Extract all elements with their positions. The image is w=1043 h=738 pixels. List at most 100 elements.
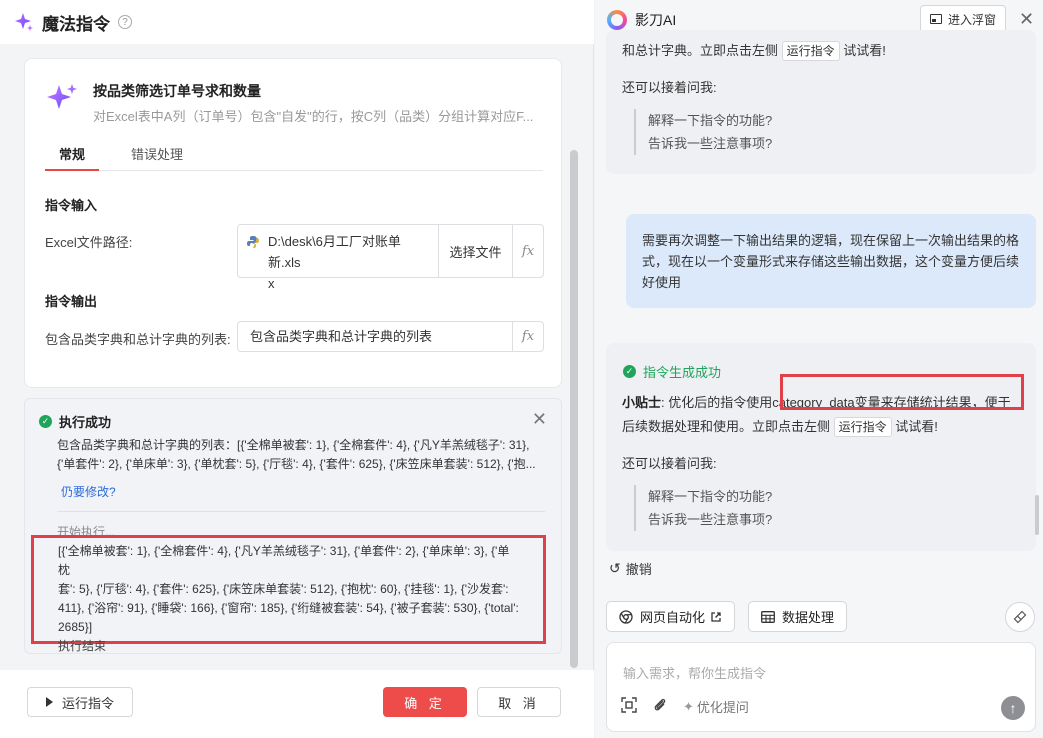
generation-status-label: 指令生成成功 bbox=[643, 365, 722, 380]
divider bbox=[57, 511, 545, 512]
success-check-icon: ✓ bbox=[39, 415, 52, 428]
output-variable-value: 包含品类字典和总计字典的列表 bbox=[250, 329, 433, 344]
ai-message: 和总计字典。立即点击左侧 运行指令 试试看! 还可以接着问我: 解释一下指令的功… bbox=[606, 30, 1036, 174]
input-section-title: 指令输入 bbox=[45, 198, 98, 213]
card-head: 按品类筛选订单号求和数量 对Excel表中A列（订单号）包含"自发"的行，按C列… bbox=[45, 79, 543, 125]
scrollbar[interactable] bbox=[1035, 495, 1039, 535]
play-icon bbox=[45, 697, 53, 707]
cancel-button[interactable]: 取 消 bbox=[477, 687, 561, 717]
log-line: 2685}] bbox=[58, 620, 93, 634]
tab-general[interactable]: 常规 bbox=[45, 145, 100, 171]
message-fragment: 试试看! bbox=[843, 43, 886, 58]
help-icon[interactable]: ? bbox=[118, 15, 132, 29]
scrollbar[interactable] bbox=[570, 150, 578, 668]
brush-icon bbox=[1013, 610, 1027, 624]
tab-error-handling[interactable]: 错误处理 bbox=[117, 145, 197, 171]
result-line: {'单套件': 2}, {'单床单': 3}, {'单枕套': 5}, {'厅毯… bbox=[57, 457, 536, 471]
run-button-label: 运行指令 bbox=[61, 695, 114, 711]
run-instruction-tag[interactable]: 运行指令 bbox=[833, 417, 892, 437]
instruction-panel: 魔法指令 ? 按品类筛选订单号求和数量 对Excel表中A列（订单号）包含"自发… bbox=[0, 0, 594, 738]
instruction-card: 按品类筛选订单号求和数量 对Excel表中A列（订单号）包含"自发"的行，按C列… bbox=[24, 58, 562, 388]
highlight-annotation bbox=[780, 374, 1024, 410]
instruction-title: 按品类筛选订单号求和数量 bbox=[93, 83, 261, 99]
follow-up-prompt: 还可以接着问我: bbox=[622, 456, 717, 471]
result-summary: 包含品类字典和总计字典的列表：[{'全棉单被套': 1}, {'全棉套件': 4… bbox=[57, 436, 547, 474]
undo-button[interactable]: ↺ 撤销 bbox=[609, 559, 652, 578]
chrome-icon bbox=[619, 609, 633, 624]
web-automation-label: 网页自动化 bbox=[640, 610, 706, 625]
window-icon bbox=[929, 14, 942, 24]
panel-header: 魔法指令 ? bbox=[0, 0, 594, 44]
undo-label: 撤销 bbox=[625, 562, 652, 577]
app-name: 影刀AI bbox=[635, 12, 677, 28]
follow-up-prompt: 还可以接着问我: bbox=[622, 80, 717, 95]
execution-result-panel: ✓ 执行成功 ✕ 包含品类字典和总计字典的列表：[{'全棉单被套': 1}, {… bbox=[24, 398, 562, 654]
ai-chat-panel: 影刀AI 进入浮窗 ✕ 和总计字典。立即点击左侧 运行指令 试试看! 还可以接着… bbox=[595, 0, 1043, 738]
result-header: ✓ 执行成功 bbox=[39, 412, 111, 431]
python-icon bbox=[247, 236, 259, 248]
log-line: 411}, {'浴帘': 91}, {'睡袋': 166}, {'窗帘': 18… bbox=[58, 601, 519, 615]
chat-input-area[interactable]: 输入需求，帮你生成指令 ✦ 优化提问 ↑ bbox=[606, 642, 1036, 732]
modify-link[interactable]: 仍要修改? bbox=[61, 483, 116, 500]
ai-message: ✓ 指令生成成功 小贴士: 优化后的指令使用category_data变量来存储… bbox=[606, 343, 1036, 551]
close-icon[interactable]: ✕ bbox=[1019, 9, 1034, 30]
message-text: 和总计字典。立即点击左侧 运行指令 试试看! bbox=[622, 40, 886, 61]
table-icon bbox=[761, 610, 775, 623]
result-line: 包含品类字典和总计字典的列表：[{'全棉单被套': 1}, {'全棉套件': 4… bbox=[57, 438, 530, 452]
excel-path-value-line2: x bbox=[268, 276, 275, 291]
user-message: 需要再次调整一下输出结果的逻辑，现在保留上一次输出结果的格式，现在以一个变量形式… bbox=[626, 214, 1036, 308]
instruction-sparkle-icon bbox=[47, 84, 77, 109]
panel-footer: 运行指令 确 定 取 消 bbox=[0, 670, 594, 738]
chat-input-placeholder[interactable]: 输入需求，帮你生成指令 bbox=[623, 663, 766, 682]
suggested-questions: 解释一下指令的功能? 告诉我一些注意事项? bbox=[634, 485, 772, 531]
float-window-button[interactable]: 进入浮窗 bbox=[920, 5, 1006, 33]
clear-brush-icon[interactable] bbox=[1005, 602, 1035, 632]
suggested-questions: 解释一下指令的功能? 告诉我一些注意事项? bbox=[634, 109, 772, 155]
suggested-question[interactable]: 告诉我一些注意事项? bbox=[648, 132, 772, 155]
fx-icon[interactable]: fx bbox=[512, 322, 543, 351]
tip-label: 小贴士 bbox=[622, 395, 662, 410]
instruction-description: 对Excel表中A列（订单号）包含"自发"的行，按C列（品类）分组计算对应F..… bbox=[93, 109, 534, 124]
screenshot-icon[interactable] bbox=[621, 697, 637, 716]
log-line: [{'全棉单被套': 1}, {'全棉套件': 4}, {'凡Y羊羔绒毯子': … bbox=[58, 544, 510, 577]
execution-log: [{'全棉单被套': 1}, {'全棉套件': 4}, {'凡Y羊羔绒毯子': … bbox=[31, 535, 546, 653]
undo-icon: ↺ bbox=[609, 560, 621, 576]
run-instruction-button[interactable]: 运行指令 bbox=[27, 687, 133, 717]
magic-sparkle-icon bbox=[15, 13, 33, 31]
panel-title: 魔法指令 bbox=[42, 14, 110, 34]
result-title: 执行成功 bbox=[59, 415, 112, 430]
log-line: 套': 5}, {'厅毯': 4}, {'套件': 625}, {'床笠床单套装… bbox=[58, 582, 509, 596]
excel-path-label: Excel文件路径: bbox=[45, 235, 133, 250]
suggested-question[interactable]: 告诉我一些注意事项? bbox=[648, 508, 772, 531]
data-processing-button[interactable]: 数据处理 bbox=[748, 601, 848, 632]
log-end: 执行结束 bbox=[58, 639, 107, 653]
attachment-icon[interactable] bbox=[653, 697, 667, 716]
excel-path-value-line1: D:\desk\6月工厂对账单新.xls bbox=[268, 234, 401, 270]
choose-file-button[interactable]: 选择文件 bbox=[438, 225, 512, 277]
tip-suffix: 试试看! bbox=[895, 419, 938, 434]
message-fragment: 和总计字典。立即点击左侧 bbox=[622, 43, 779, 58]
tab-bar: 常规 错误处理 bbox=[45, 145, 543, 171]
data-processing-label: 数据处理 bbox=[782, 610, 835, 625]
optimize-label: 优化提问 bbox=[696, 700, 749, 715]
send-arrow-icon[interactable]: ↑ bbox=[1001, 696, 1025, 720]
suggested-question[interactable]: 解释一下指令的功能? bbox=[648, 109, 772, 132]
web-automation-button[interactable]: 网页自动化 bbox=[606, 601, 736, 632]
optimize-question-button[interactable]: ✦ 优化提问 bbox=[683, 697, 765, 716]
output-label: 包含品类字典和总计字典的列表: bbox=[45, 332, 231, 347]
excel-path-field[interactable]: D:\desk\6月工厂对账单新.xls x 选择文件 fx bbox=[237, 224, 544, 291]
input-toolbar: ✦ 优化提问 bbox=[621, 697, 781, 716]
app-logo-icon bbox=[607, 10, 627, 30]
success-check-icon: ✓ bbox=[623, 365, 636, 378]
sparkle-icon: ✦ bbox=[683, 698, 694, 714]
external-link-icon bbox=[711, 611, 721, 622]
suggested-question[interactable]: 解释一下指令的功能? bbox=[648, 485, 772, 508]
float-window-label: 进入浮窗 bbox=[947, 12, 996, 27]
close-icon[interactable]: ✕ bbox=[532, 410, 547, 428]
fx-icon[interactable]: fx bbox=[512, 225, 543, 277]
output-variable-field[interactable]: 包含品类字典和总计字典的列表 fx bbox=[237, 321, 544, 352]
generation-status: ✓ 指令生成成功 bbox=[623, 362, 721, 381]
confirm-button[interactable]: 确 定 bbox=[383, 687, 467, 717]
run-instruction-tag[interactable]: 运行指令 bbox=[781, 41, 840, 61]
output-section-title: 指令输出 bbox=[45, 294, 98, 309]
